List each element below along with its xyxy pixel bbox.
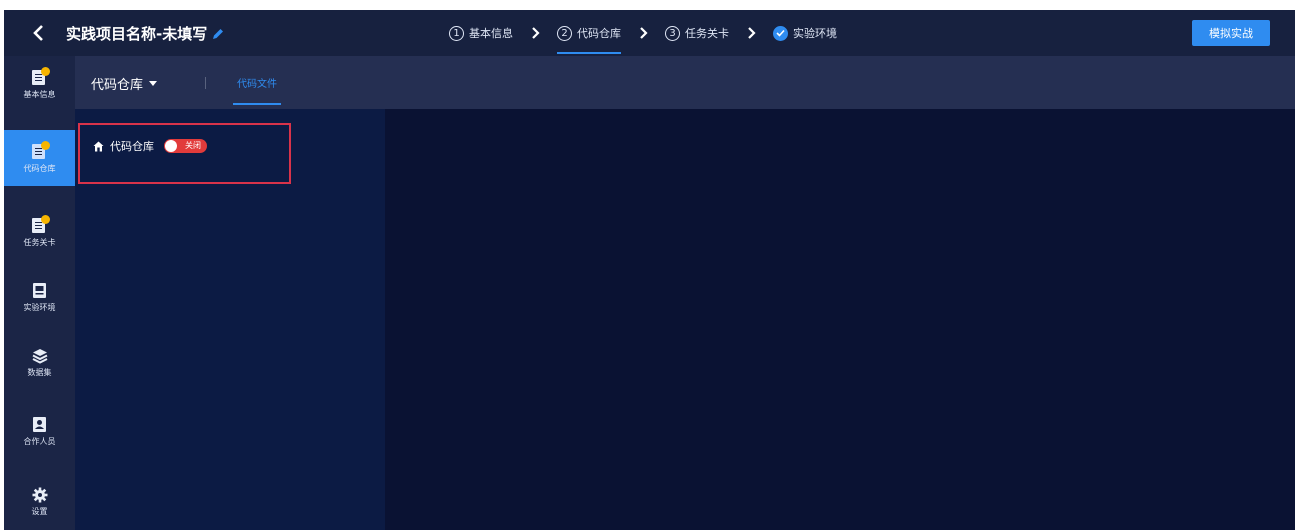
chevron-left-icon xyxy=(33,25,43,41)
step-label: 实验环境 xyxy=(793,27,837,40)
database-icon xyxy=(32,349,47,364)
project-title: 实践项目名称-未填写 xyxy=(66,23,225,44)
user-file-icon xyxy=(32,416,46,432)
step-number: 3 xyxy=(665,25,680,41)
toggle-knob xyxy=(165,140,177,152)
sidebar-item-task-levels[interactable]: 任务关卡 xyxy=(4,204,75,260)
repo-select-label: 代码仓库 xyxy=(91,78,144,93)
repo-select-dropdown[interactable]: 代码仓库 xyxy=(91,74,158,93)
top-bar: 实践项目名称-未填写 1 基本信息 2 代码仓库 3 任务关卡 实验环境 模拟实… xyxy=(4,10,1295,56)
sidebar-item-label: 实验环境 xyxy=(23,302,56,312)
repo-item[interactable]: 代码仓库 关闭 xyxy=(93,138,207,154)
document-icon xyxy=(31,140,50,160)
document-icon xyxy=(31,214,50,234)
sidebar-item-settings[interactable]: 设置 xyxy=(4,474,75,530)
chevron-right-icon xyxy=(729,27,773,39)
repo-list-panel: 代码仓库 关闭 xyxy=(75,109,385,530)
step-number: 2 xyxy=(557,25,572,41)
step-label: 基本信息 xyxy=(469,27,513,40)
step-code-repo[interactable]: 2 代码仓库 xyxy=(557,10,621,56)
divider xyxy=(205,77,206,89)
step-environment[interactable]: 实验环境 xyxy=(773,10,837,56)
left-sidebar: 基本信息 代码仓库 任务关卡 实验环境 数据集 合作人员 设置 xyxy=(4,56,75,530)
sidebar-item-label: 代码仓库 xyxy=(23,163,56,173)
caret-down-icon xyxy=(149,81,158,86)
main-content-area xyxy=(385,109,1295,530)
sidebar-item-dataset[interactable]: 数据集 xyxy=(4,335,75,391)
app-frame: 实践项目名称-未填写 1 基本信息 2 代码仓库 3 任务关卡 实验环境 模拟实… xyxy=(4,10,1295,530)
chevron-right-icon xyxy=(621,27,665,39)
tab-code-files[interactable]: 代码文件 xyxy=(233,56,281,109)
repo-toggle[interactable]: 关闭 xyxy=(164,139,207,153)
check-circle-icon xyxy=(773,25,788,41)
gear-icon xyxy=(32,487,47,503)
sidebar-item-label: 任务关卡 xyxy=(23,237,56,247)
toggle-state-label: 关闭 xyxy=(185,141,201,150)
sidebar-item-label: 数据集 xyxy=(27,368,52,377)
back-button[interactable] xyxy=(26,20,52,46)
sidebar-item-label: 基本信息 xyxy=(23,89,56,99)
repo-highlight-box: 代码仓库 关闭 xyxy=(78,123,291,184)
step-task-levels[interactable]: 3 任务关卡 xyxy=(665,10,729,56)
sub-header: 代码仓库 代码文件 xyxy=(75,56,1295,109)
project-title-text: 实践项目名称-未填写 xyxy=(66,25,208,43)
monitor-icon xyxy=(32,282,46,298)
document-icon xyxy=(31,66,50,86)
sidebar-item-label: 合作人员 xyxy=(23,436,56,446)
step-number: 1 xyxy=(449,25,464,41)
step-basic-info[interactable]: 1 基本信息 xyxy=(449,10,513,56)
repo-name: 代码仓库 xyxy=(110,140,154,153)
sidebar-item-collaborators[interactable]: 合作人员 xyxy=(4,403,75,459)
pencil-icon[interactable] xyxy=(211,27,225,41)
step-label: 代码仓库 xyxy=(577,27,621,40)
sidebar-item-basic-info[interactable]: 基本信息 xyxy=(4,56,75,112)
sidebar-item-environment[interactable]: 实验环境 xyxy=(4,269,75,325)
progress-steps: 1 基本信息 2 代码仓库 3 任务关卡 实验环境 xyxy=(449,10,837,56)
chevron-right-icon xyxy=(513,27,557,39)
step-label: 任务关卡 xyxy=(685,27,729,40)
simulate-button[interactable]: 模拟实战 xyxy=(1192,20,1270,46)
home-icon xyxy=(93,141,104,151)
sidebar-item-code-repo[interactable]: 代码仓库 xyxy=(4,130,75,186)
sidebar-item-label: 设置 xyxy=(31,507,48,516)
